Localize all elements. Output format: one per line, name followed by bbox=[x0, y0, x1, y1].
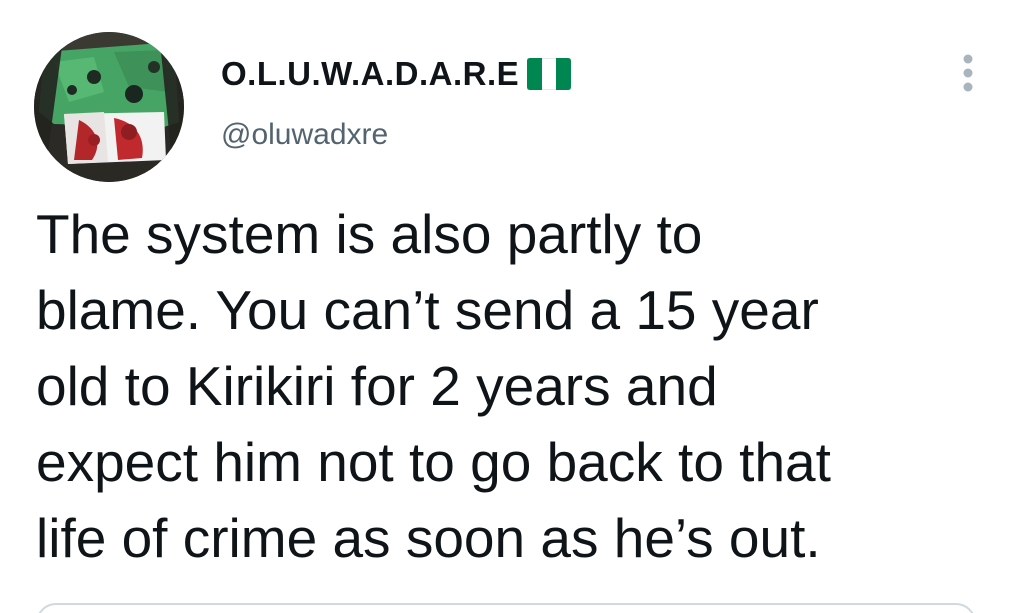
avatar-image bbox=[34, 32, 184, 182]
author-handle[interactable]: @oluwadxre bbox=[221, 118, 388, 152]
avatar[interactable] bbox=[34, 32, 184, 182]
tweet-text-line: The system is also partly to bbox=[36, 203, 703, 265]
tweet-text-line: blame. You can’t send a 15 year bbox=[36, 279, 819, 341]
tweet-text-line: expect him not to go back to that bbox=[36, 431, 831, 493]
author-name-row: O.L.U.W.A.D.A.R.E bbox=[221, 52, 572, 96]
embedded-card-edge[interactable] bbox=[36, 603, 976, 613]
tweet-text: The system is also partly to blame. You … bbox=[36, 196, 996, 576]
more-options-button[interactable] bbox=[948, 48, 988, 98]
nigeria-flag-icon bbox=[527, 58, 572, 90]
tweet-text-line: old to Kirikiri for 2 years and bbox=[36, 355, 718, 417]
vertical-ellipsis-icon bbox=[963, 54, 973, 92]
tweet-text-line: life of crime as soon as he’s out. bbox=[36, 507, 821, 569]
author-display-name[interactable]: O.L.U.W.A.D.A.R.E bbox=[221, 55, 519, 93]
tweet: O.L.U.W.A.D.A.R.E @oluwadxre The system … bbox=[0, 0, 1024, 613]
